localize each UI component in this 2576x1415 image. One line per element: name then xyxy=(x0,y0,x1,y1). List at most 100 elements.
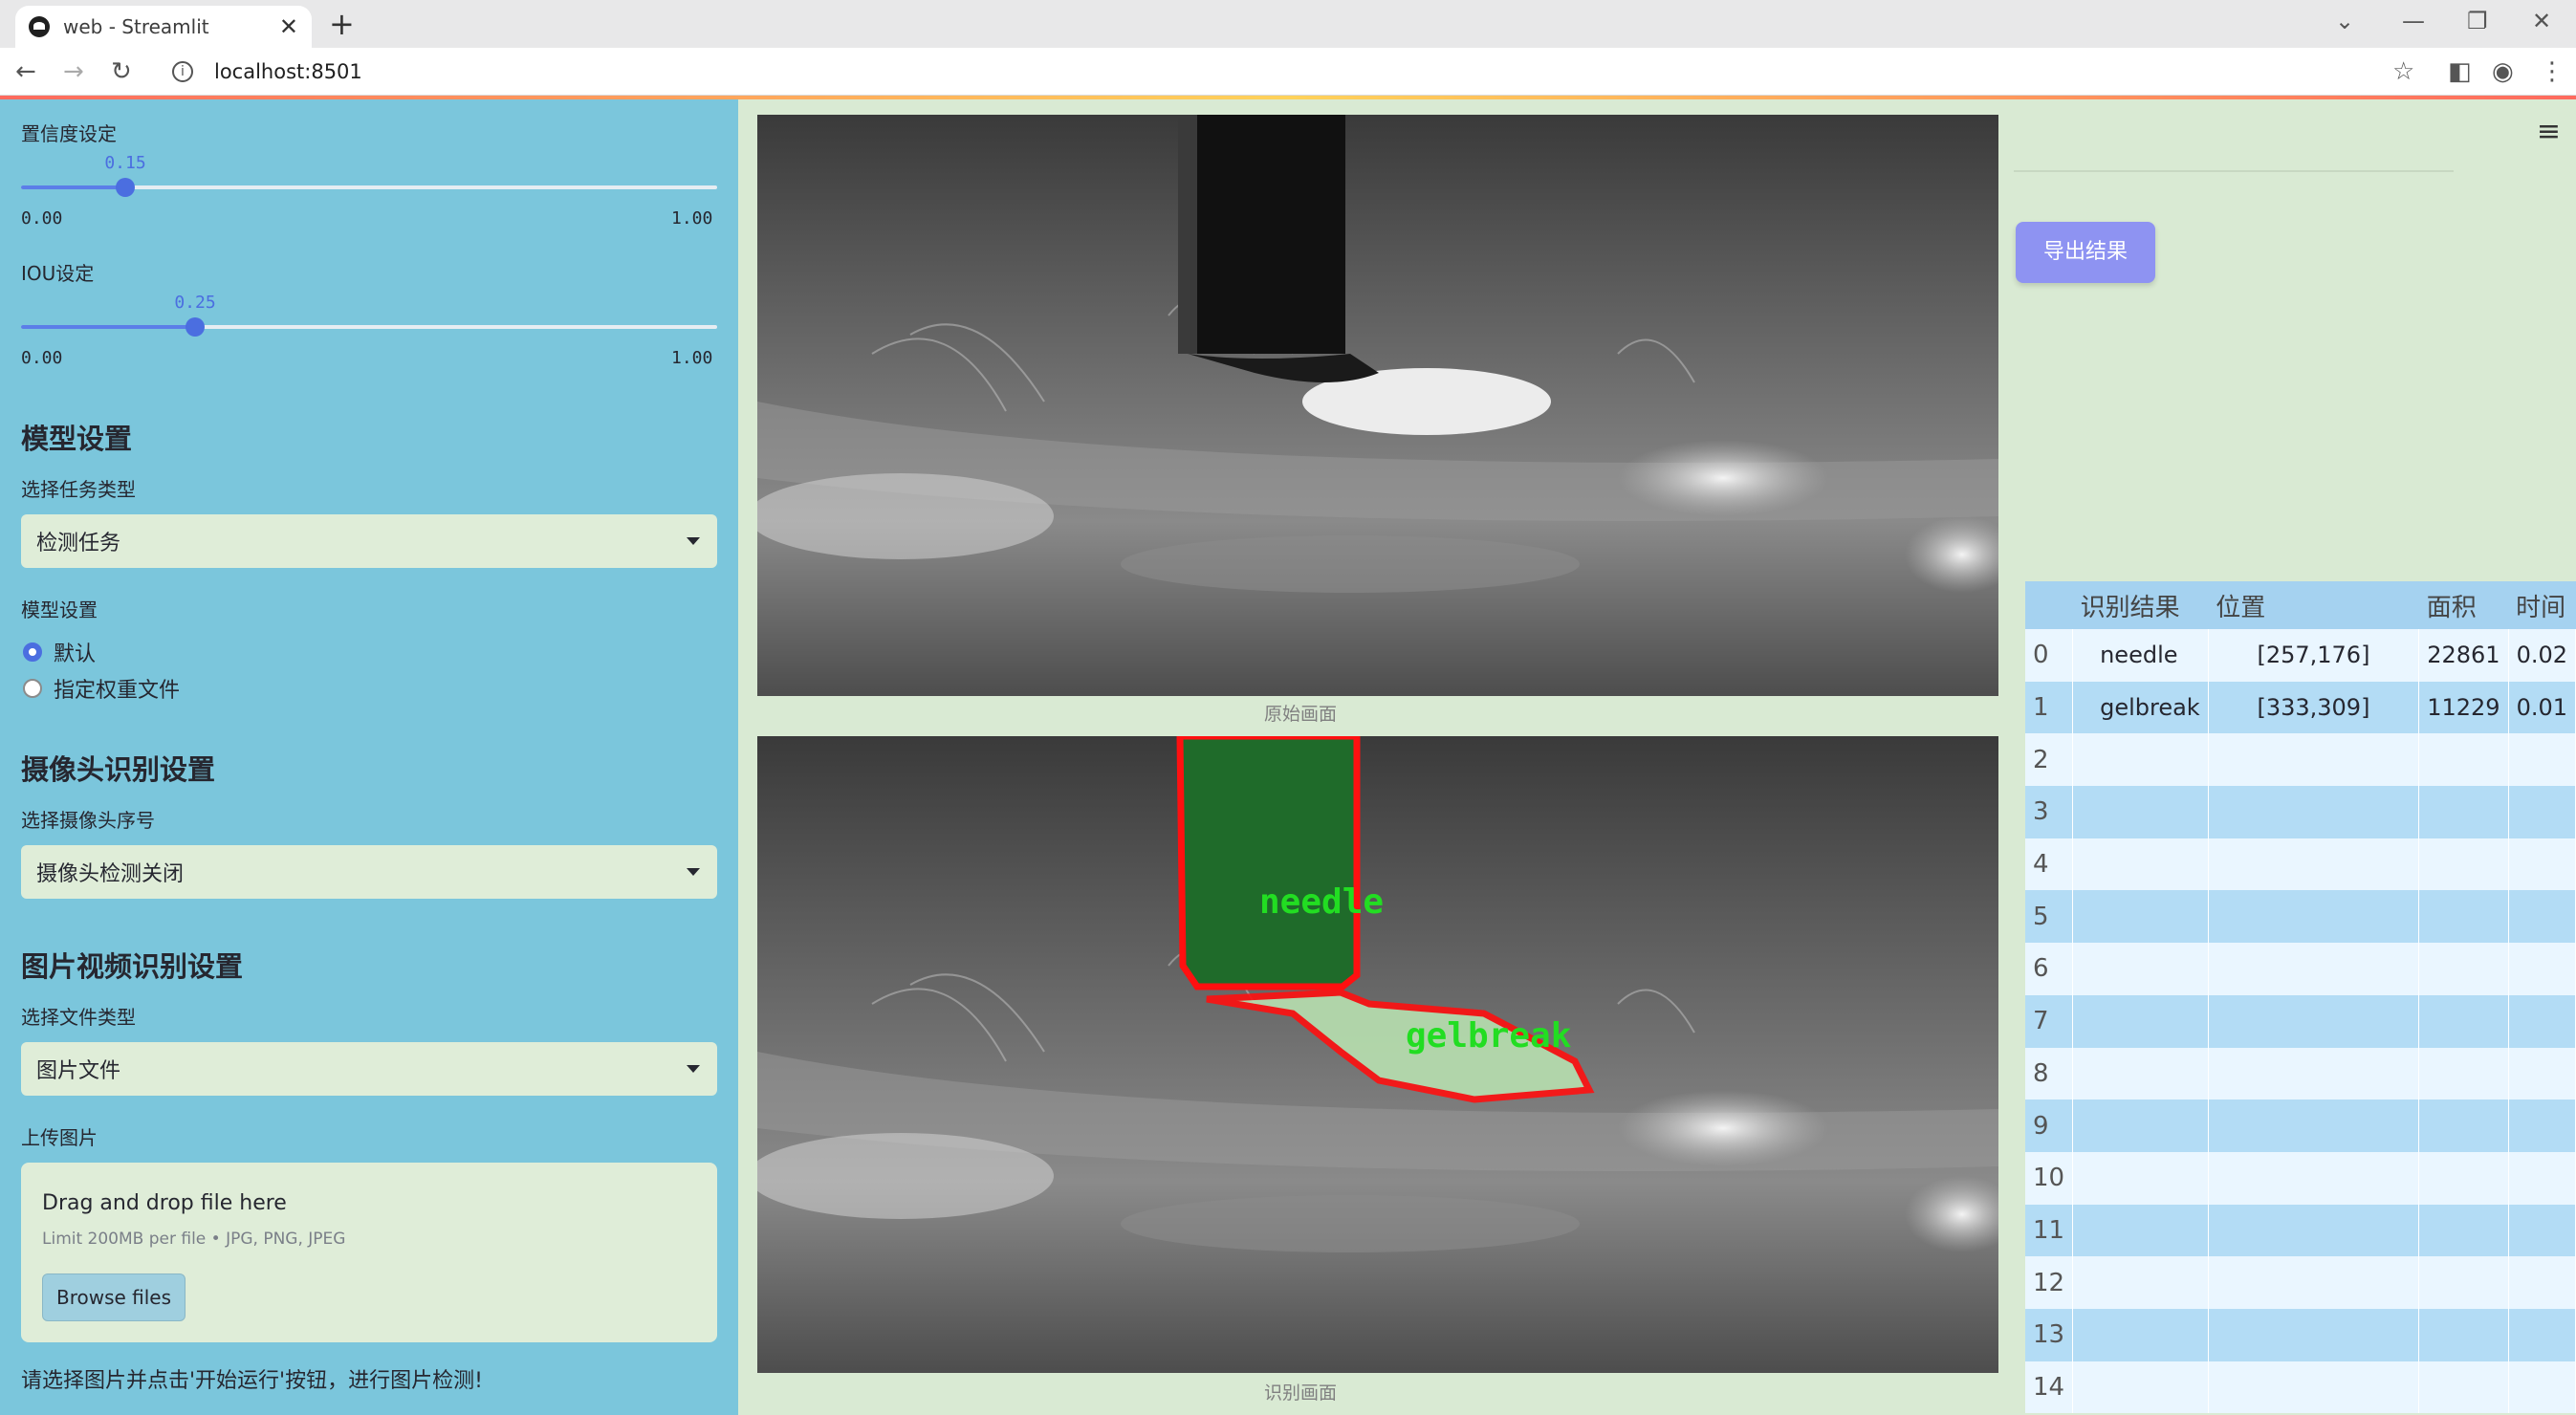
iou-slider-thumb[interactable] xyxy=(186,317,205,337)
table-cell-idx: 12 xyxy=(2025,1256,2074,1309)
table-cell-time xyxy=(2508,1308,2576,1361)
table-cell-pos xyxy=(2208,838,2420,891)
table-row[interactable]: 6 xyxy=(2025,943,2576,995)
sidebar-hint-text: 请选择图片并点击'开始运行'按钮，进行图片检测! xyxy=(21,1369,483,1393)
table-cell-idx: 13 xyxy=(2025,1308,2074,1361)
table-cell-area xyxy=(2418,1308,2509,1361)
table-cell-area xyxy=(2418,1099,2509,1152)
profile-icon[interactable]: ◉ xyxy=(2492,57,2514,86)
radio-custom-weights[interactable]: 指定权重文件 xyxy=(23,673,180,704)
table-row[interactable]: 4 xyxy=(2025,838,2576,891)
window-close-icon[interactable]: ✕ xyxy=(2532,8,2551,34)
table-cell-pos xyxy=(2208,1204,2420,1257)
camera-section-heading: 摄像头识别设置 xyxy=(21,753,216,786)
table-cell-idx: 8 xyxy=(2025,1047,2074,1100)
table-cell-area xyxy=(2418,1151,2509,1205)
restore-icon[interactable]: ❐ xyxy=(2467,8,2488,34)
chevron-down-icon xyxy=(687,537,700,545)
sidebar: 置信度设定 0.15 0.00 1.00 IOU设定 0.25 0.00 1.0… xyxy=(0,99,738,1415)
detected-caption: 识别画面 xyxy=(1263,1382,1338,1404)
table-cell-time xyxy=(2508,943,2576,995)
upload-label: 上传图片 xyxy=(21,1126,98,1149)
chevron-down-icon xyxy=(687,868,700,876)
table-cell-time xyxy=(2508,1151,2576,1205)
table-cell-idx: 5 xyxy=(2025,890,2074,944)
table-cell-name xyxy=(2072,943,2209,995)
table-row[interactable]: 2 xyxy=(2025,733,2576,787)
media-section-heading: 图片视频识别设置 xyxy=(21,950,244,983)
main-content: ≡ 原始画面 needle gelbreak 识别画面 导出结果 识别结果 位置… xyxy=(738,99,2576,1415)
detected-image: needle gelbreak xyxy=(757,736,1998,1373)
confidence-slider-thumb[interactable] xyxy=(116,178,135,197)
table-cell-name: gelbreak xyxy=(2072,681,2209,734)
table-cell-idx: 0 xyxy=(2025,629,2074,682)
table-row[interactable]: 1 gelbreak [333,309] 11229 0.01 xyxy=(2025,681,2576,734)
table-cell-pos xyxy=(2208,1047,2420,1100)
table-cell-time xyxy=(2508,786,2576,838)
file-type-select[interactable]: 图片文件 xyxy=(21,1042,717,1096)
model-section-heading: 模型设置 xyxy=(21,423,133,455)
table-cell-area xyxy=(2418,733,2509,787)
close-tab-icon[interactable]: ✕ xyxy=(279,13,298,40)
camera-index-select[interactable]: 摄像头检测关闭 xyxy=(21,845,717,899)
back-icon[interactable]: ← xyxy=(15,57,36,86)
table-cell-time xyxy=(2508,1204,2576,1257)
radio-default[interactable]: 默认 xyxy=(23,637,96,667)
needle-label: needle xyxy=(1259,882,1384,922)
reload-icon[interactable]: ↻ xyxy=(111,57,132,86)
dropzone-limit-text: Limit 200MB per file • JPG, PNG, JPEG xyxy=(42,1230,346,1249)
browser-menu-icon[interactable]: ⋮ xyxy=(2540,57,2565,86)
table-row[interactable]: 3 xyxy=(2025,786,2576,838)
browse-files-button[interactable]: Browse files xyxy=(42,1274,186,1321)
table-row[interactable]: 12 xyxy=(2025,1256,2576,1309)
header-time[interactable]: 时间 xyxy=(2508,581,2576,629)
iou-slider-fill xyxy=(21,325,195,329)
iou-slider[interactable] xyxy=(21,317,717,337)
table-row[interactable]: 14 xyxy=(2025,1361,2576,1414)
file-dropzone[interactable]: Drag and drop file here Limit 200MB per … xyxy=(21,1163,717,1342)
table-row[interactable]: 9 xyxy=(2025,1099,2576,1152)
bookmark-star-icon[interactable]: ☆ xyxy=(2392,57,2414,86)
radio-custom-weights-label: 指定权重文件 xyxy=(54,679,181,703)
table-cell-time xyxy=(2508,1361,2576,1414)
header-area[interactable]: 面积 xyxy=(2418,581,2509,629)
table-cell-area xyxy=(2418,838,2509,891)
table-row[interactable]: 0 needle [257,176] 22861 0.02 xyxy=(2025,629,2576,682)
dropzone-text: Drag and drop file here xyxy=(42,1191,287,1215)
table-cell-idx: 14 xyxy=(2025,1361,2074,1414)
new-tab-button[interactable]: + xyxy=(329,6,355,42)
original-image xyxy=(757,115,1998,696)
table-row[interactable]: 8 xyxy=(2025,1047,2576,1100)
table-row[interactable]: 7 xyxy=(2025,994,2576,1048)
table-cell-area xyxy=(2418,1047,2509,1100)
header-result[interactable]: 识别结果 xyxy=(2072,581,2209,629)
iou-label: IOU设定 xyxy=(21,262,95,285)
url-field[interactable]: i localhost:8501 xyxy=(159,54,2396,90)
chevron-down-icon xyxy=(687,1065,700,1073)
export-results-button[interactable]: 导出结果 xyxy=(2016,222,2155,283)
site-info-icon[interactable]: i xyxy=(172,61,193,82)
forward-icon[interactable]: → xyxy=(63,57,84,86)
table-row[interactable]: 13 xyxy=(2025,1308,2576,1361)
tab-search-icon[interactable]: ⌄ xyxy=(2335,8,2354,34)
confidence-slider[interactable] xyxy=(21,178,717,197)
table-cell-idx: 2 xyxy=(2025,733,2074,787)
table-cell-pos xyxy=(2208,733,2420,787)
table-cell-idx: 4 xyxy=(2025,838,2074,891)
hamburger-menu-icon[interactable]: ≡ xyxy=(2537,115,2561,148)
side-panel-icon[interactable]: ◧ xyxy=(2448,57,2472,86)
confidence-min: 0.00 xyxy=(21,208,63,229)
table-cell-idx: 3 xyxy=(2025,786,2074,838)
table-row[interactable]: 11 xyxy=(2025,1204,2576,1257)
minimize-icon[interactable]: — xyxy=(2402,8,2425,34)
table-cell-area xyxy=(2418,1204,2509,1257)
header-position[interactable]: 位置 xyxy=(2208,581,2419,629)
url-text: localhost:8501 xyxy=(214,60,362,83)
table-cell-name: needle xyxy=(2072,629,2209,682)
table-row[interactable]: 5 xyxy=(2025,890,2576,944)
table-row[interactable]: 10 xyxy=(2025,1151,2576,1205)
task-type-select[interactable]: 检测任务 xyxy=(21,514,717,568)
table-cell-idx: 6 xyxy=(2025,943,2074,995)
streamlit-favicon-icon xyxy=(29,16,50,37)
browser-tab[interactable]: web - Streamlit ✕ xyxy=(15,6,312,48)
